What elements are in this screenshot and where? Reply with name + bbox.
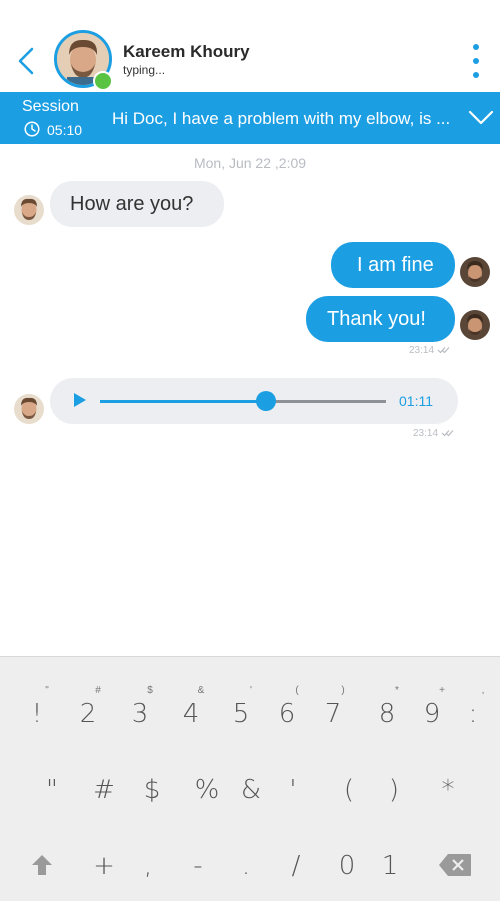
key[interactable]: ": [32, 775, 72, 805]
session-time: 05:10: [47, 122, 83, 138]
audio-message: 01:11: [50, 378, 458, 424]
session-preview: Hi Doc, I have a problem with my elbow, …: [112, 109, 451, 128]
key[interactable]: ': [273, 775, 313, 805]
audio-scrubber-handle[interactable]: [255, 391, 276, 411]
backspace-icon[interactable]: [438, 853, 472, 877]
chevron-down-icon[interactable]: [468, 108, 494, 128]
online-indicator: [93, 71, 113, 91]
key[interactable]: ,: [128, 851, 168, 881]
contact-status: typing...: [123, 63, 166, 77]
key-hint: (: [295, 685, 299, 696]
key[interactable]: -: [178, 851, 218, 881]
key[interactable]: 4: [171, 699, 211, 729]
key-hint: ): [341, 685, 345, 696]
key[interactable]: 5: [221, 699, 261, 729]
session-bar[interactable]: Session 05:10 Hi Doc, I have a problem w…: [0, 92, 500, 144]
shift-icon[interactable]: [30, 853, 54, 877]
play-icon[interactable]: [74, 393, 86, 407]
key[interactable]: :: [453, 699, 493, 729]
key[interactable]: /: [276, 851, 316, 881]
message-timestamp: 23:14: [409, 345, 451, 356]
key-hint: +: [439, 685, 445, 696]
key-hint: &: [197, 685, 205, 696]
key[interactable]: *: [428, 775, 468, 805]
contact-name[interactable]: Kareem Khoury: [123, 42, 250, 62]
timestamp-text: 23:14: [413, 428, 439, 439]
message-timestamp: 23:14: [413, 428, 455, 439]
chat-header: Kareem Khoury typing...: [0, 0, 500, 92]
contact-avatar-small: [14, 394, 44, 424]
key[interactable]: %: [187, 775, 227, 805]
key-hint: *: [395, 685, 399, 696]
message-text: Thank you!: [327, 308, 426, 330]
key-hint: #: [95, 685, 101, 696]
symbol-keyboard: "! #2 $3 & 4 ' 5(6) 7 * 8 +9,: " # $% & '() * +, -./0 1: [0, 656, 500, 901]
key[interactable]: (: [329, 775, 369, 805]
message-bubble-outgoing[interactable]: Thank you!: [306, 296, 455, 342]
back-chevron-icon[interactable]: [14, 46, 38, 76]
key[interactable]: !: [17, 699, 57, 729]
key[interactable]: 3: [120, 699, 160, 729]
key[interactable]: ): [374, 775, 414, 805]
key-hint: ,: [481, 685, 485, 696]
date-separator: Mon, Jun 22 ,2:09: [193, 155, 307, 171]
key-hint: $: [147, 685, 153, 696]
key[interactable]: 8: [367, 699, 407, 729]
key[interactable]: 9: [412, 699, 452, 729]
key[interactable]: +: [84, 851, 124, 881]
key[interactable]: $: [132, 775, 172, 805]
key[interactable]: .: [226, 851, 266, 881]
key[interactable]: 1: [370, 851, 410, 881]
clock-icon: [24, 121, 40, 137]
key-hint: ": [45, 685, 49, 696]
key[interactable]: #: [84, 775, 124, 805]
my-avatar-small: [460, 310, 490, 340]
key[interactable]: &: [231, 775, 271, 805]
key[interactable]: 2: [68, 699, 108, 729]
key[interactable]: 6: [267, 699, 307, 729]
double-check-icon: [441, 430, 454, 437]
timestamp-text: 23:14: [409, 345, 435, 356]
session-label: Session: [22, 98, 79, 115]
message-text: I am fine: [357, 254, 434, 276]
key[interactable]: 7: [313, 699, 353, 729]
audio-duration: 01:11: [399, 393, 433, 409]
double-check-icon: [437, 347, 450, 354]
contact-avatar-small: [14, 195, 44, 225]
audio-progress: [100, 400, 266, 403]
message-bubble-incoming[interactable]: How are you?: [50, 181, 224, 227]
my-avatar-small: [460, 257, 490, 287]
more-vertical-icon[interactable]: [470, 43, 482, 79]
key[interactable]: 0: [327, 851, 367, 881]
key-hint: ': [250, 685, 252, 696]
message-bubble-outgoing[interactable]: I am fine: [331, 242, 455, 288]
message-text: How are you?: [70, 193, 194, 215]
